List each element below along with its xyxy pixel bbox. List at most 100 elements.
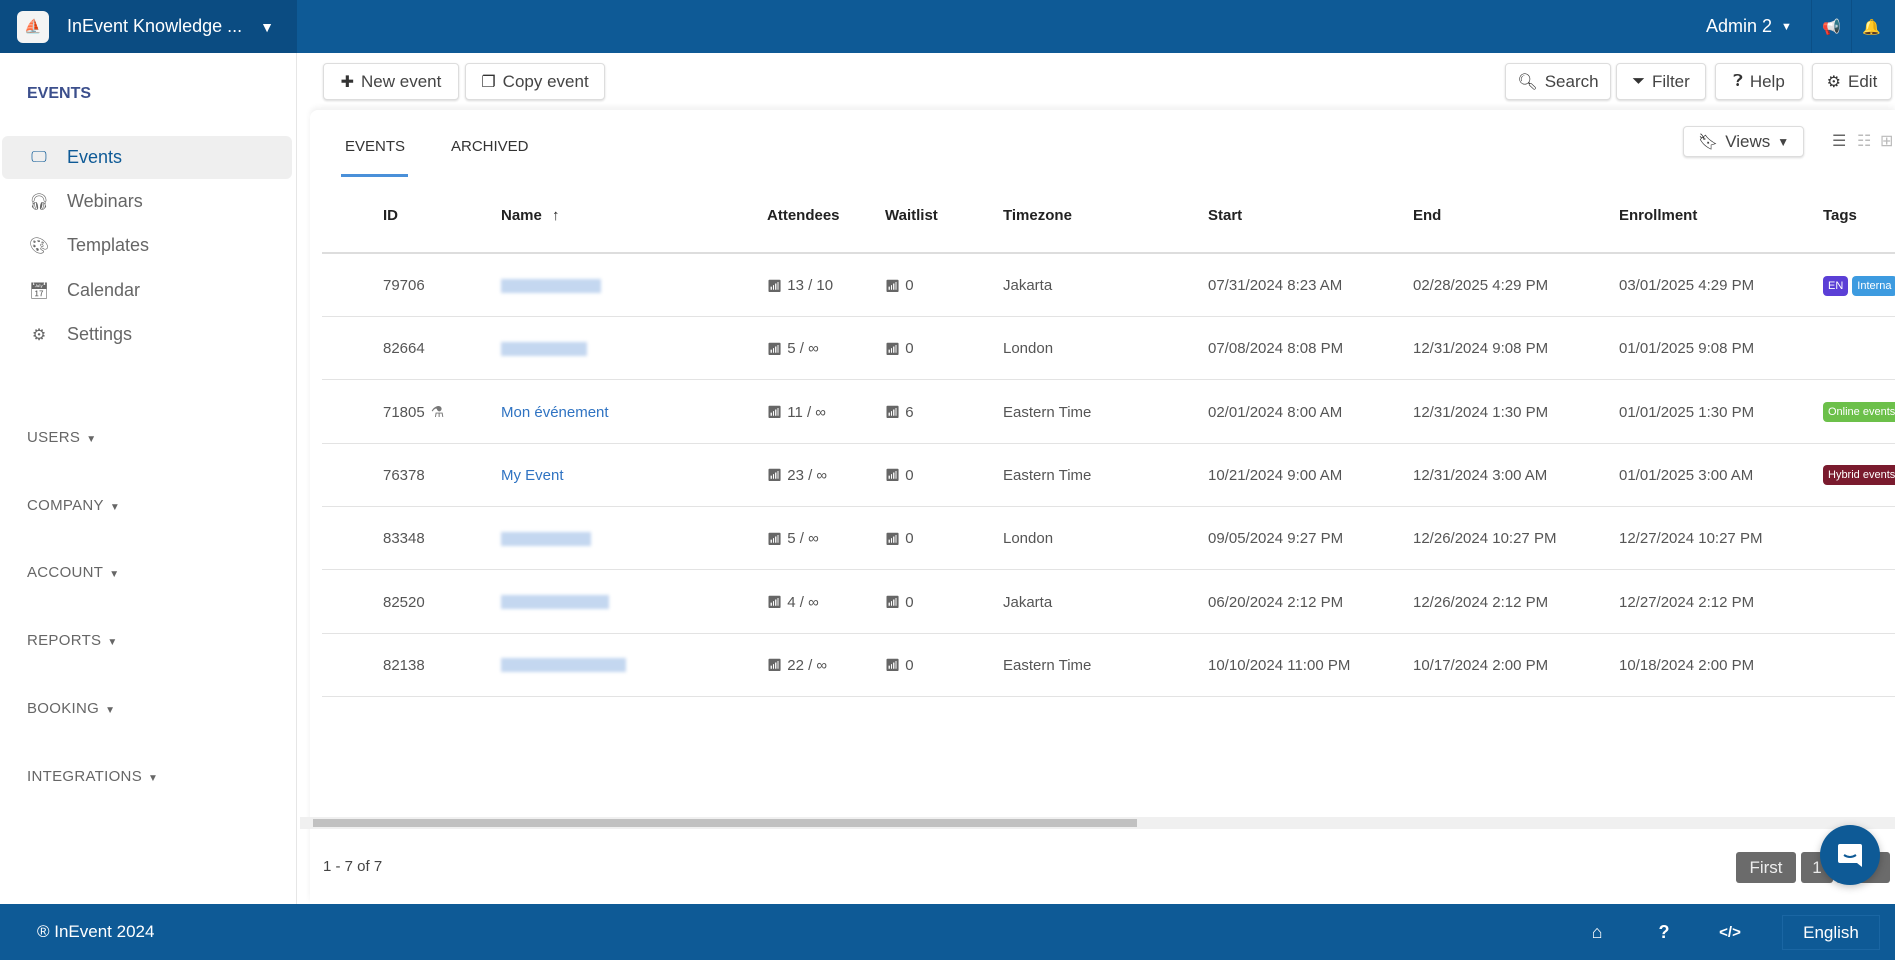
scrollbar-thumb[interactable] bbox=[313, 819, 1137, 827]
active-tab-indicator bbox=[341, 174, 408, 177]
filter-label: Filter bbox=[1652, 71, 1690, 91]
copy-event-button[interactable]: ❐ Copy event bbox=[465, 63, 605, 100]
sidebar-item-label: Templates bbox=[67, 235, 150, 255]
rss-icon: 📶︎ bbox=[767, 278, 783, 293]
column-header-end[interactable]: End bbox=[1413, 207, 1441, 224]
sidebar-item-webinars[interactable]: 🎧︎ Webinars bbox=[2, 180, 292, 223]
column-header-tags[interactable]: Tags bbox=[1823, 207, 1857, 224]
flask-icon: ⚗ bbox=[430, 404, 445, 422]
enrollment: 03/01/2025 4:29 PM bbox=[1619, 277, 1755, 294]
rss-icon: 📶︎ bbox=[767, 341, 783, 356]
chevron-down-icon: ▼ bbox=[109, 569, 120, 580]
sidebar-section-users[interactable]: USERS ▼ bbox=[27, 429, 96, 446]
table-row[interactable]: 82664 📶︎ 5 / ∞ 📶︎ 0 London 07/08/2024 8:08 PM 1… bbox=[322, 317, 1895, 381]
question-icon[interactable]: ? bbox=[1644, 904, 1684, 960]
column-header-attendees[interactable]: Attendees bbox=[767, 207, 840, 224]
help-button[interactable]: ❓︎ Help bbox=[1715, 63, 1803, 100]
waitlist: 📶︎ 0 bbox=[885, 317, 914, 380]
code-icon[interactable]: </> bbox=[1710, 904, 1750, 960]
table-row[interactable]: 82138 📶︎ 22 / ∞ 📶︎ 0 Eastern Time 10/10/2024 1… bbox=[322, 634, 1895, 697]
sidebar-section-company[interactable]: COMPANY ▼ bbox=[27, 497, 120, 514]
sidebar-section-booking[interactable]: BOOKING ▼ bbox=[27, 700, 115, 717]
waitlist-value: 0 bbox=[905, 530, 914, 548]
column-label: Name bbox=[501, 207, 542, 224]
org-switcher[interactable]: ⛵ InEvent Knowledge ... ▼ bbox=[0, 0, 297, 53]
grid-view-icon[interactable]: ⊞ bbox=[1880, 131, 1893, 151]
bell-icon[interactable]: 🔔 bbox=[1851, 0, 1891, 53]
search-label: Search bbox=[1544, 71, 1599, 91]
table-row[interactable]: 79706 📶︎ 13 / 10 📶︎ 0 Jakarta 07/31/2024 8:23 … bbox=[322, 254, 1895, 317]
column-header-enrollment[interactable]: Enrollment bbox=[1619, 207, 1697, 224]
table-row[interactable]: 71805 ⚗ Mon événement 📶︎ 11 / ∞ 📶︎ 6 Eastern Ti… bbox=[322, 381, 1895, 444]
results-count: 1 - 7 of 7 bbox=[323, 858, 383, 875]
search-button[interactable]: 🔍︎ Search bbox=[1505, 63, 1611, 100]
filter-button[interactable]: ⏷ Filter bbox=[1616, 63, 1706, 100]
column-header-start[interactable]: Start bbox=[1208, 207, 1242, 224]
event-name-link[interactable] bbox=[501, 634, 626, 697]
chevron-down-icon: ▼ bbox=[86, 434, 97, 445]
table-row[interactable]: 83348 📶︎ 5 / ∞ 📶︎ 0 London 09/05/2024 9:27 PM 1… bbox=[322, 507, 1895, 571]
end: 10/17/2024 2:00 PM bbox=[1413, 656, 1549, 674]
waitlist-value: 0 bbox=[905, 340, 914, 358]
column-header-timezone[interactable]: Timezone bbox=[1003, 207, 1072, 224]
enrollment: 12/27/2024 2:12 PM bbox=[1619, 593, 1755, 611]
id-text: 76378 bbox=[383, 466, 425, 484]
column-header-name[interactable]: Name ↑ bbox=[501, 207, 560, 224]
sidebar-section-reports[interactable]: REPORTS ▼ bbox=[27, 632, 118, 649]
attendees: 📶︎ 23 / ∞ bbox=[767, 444, 827, 507]
detail-list-view-icon[interactable]: ☷ bbox=[1857, 131, 1871, 151]
list-view-icon[interactable]: ☰ bbox=[1832, 131, 1846, 151]
user-menu[interactable]: Admin 2 ▼ bbox=[1706, 0, 1792, 53]
waitlist: 📶︎ 0 bbox=[885, 254, 914, 317]
first-page-button[interactable]: First bbox=[1736, 852, 1796, 883]
section-label: INTEGRATIONS bbox=[27, 768, 142, 785]
event-name-link[interactable]: Mon événement bbox=[501, 381, 609, 444]
language-selector[interactable]: English bbox=[1782, 915, 1880, 950]
column-label: Enrollment bbox=[1619, 207, 1698, 224]
gear-icon: ⚙ bbox=[31, 326, 47, 344]
sort-ascending-icon[interactable]: ↑ bbox=[552, 207, 560, 224]
event-name-link[interactable] bbox=[501, 571, 609, 634]
attendees-value: 13 / 10 bbox=[787, 277, 834, 294]
waitlist-value: 0 bbox=[905, 277, 914, 294]
event-name-link[interactable] bbox=[501, 254, 601, 317]
edit-button[interactable]: ⚙ Edit bbox=[1812, 63, 1892, 100]
redacted-name bbox=[501, 278, 601, 293]
enrollment: 12/27/2024 10:27 PM bbox=[1619, 530, 1763, 548]
column-label: ID bbox=[383, 207, 398, 224]
edit-label: Edit bbox=[1848, 71, 1878, 91]
event-id: 82138 bbox=[383, 634, 425, 697]
sidebar-item-templates[interactable]: 🎨︎ Templates bbox=[2, 224, 292, 267]
event-name-link[interactable]: My Event bbox=[501, 444, 564, 507]
copyright: ® InEvent 2024 bbox=[37, 922, 155, 941]
views-button[interactable]: 🔖︎ Views ▼ bbox=[1683, 126, 1804, 157]
sidebar-item-calendar[interactable]: 📅︎ Calendar bbox=[2, 269, 292, 312]
sidebar-section-account[interactable]: ACCOUNT ▼ bbox=[27, 564, 119, 581]
tab-archived[interactable]: ARCHIVED bbox=[451, 138, 529, 155]
presentation-icon: 🖵 bbox=[31, 148, 47, 166]
enrollment: 01/01/2025 3:00 AM bbox=[1619, 466, 1754, 484]
waitlist-value: 6 bbox=[905, 403, 914, 421]
column-header-waitlist[interactable]: Waitlist bbox=[885, 207, 938, 224]
event-id: 82664 bbox=[383, 317, 425, 380]
tab-events[interactable]: EVENTS bbox=[345, 138, 405, 155]
megaphone-icon[interactable]: 📢 bbox=[1811, 0, 1851, 53]
end: 12/31/2024 9:08 PM bbox=[1413, 340, 1549, 358]
event-id: 71805 ⚗ bbox=[383, 381, 444, 444]
column-header-id[interactable]: ID bbox=[383, 207, 398, 224]
table-row[interactable]: 76378 My Event 📶︎ 23 / ∞ 📶︎ 0 Eastern Time 10/2… bbox=[322, 444, 1895, 507]
sidebar-item-events[interactable]: 🖵 Events bbox=[2, 136, 292, 179]
sidebar-item-settings[interactable]: ⚙ Settings bbox=[2, 313, 292, 356]
chat-button[interactable] bbox=[1820, 825, 1880, 885]
sidebar-section-integrations[interactable]: INTEGRATIONS ▼ bbox=[27, 768, 158, 785]
event-name-link[interactable] bbox=[501, 317, 587, 380]
redacted-name bbox=[501, 658, 626, 673]
new-event-button[interactable]: ✚ New event bbox=[323, 63, 459, 100]
event-name-link[interactable] bbox=[501, 507, 591, 570]
timezone: Jakarta bbox=[1003, 593, 1053, 611]
tag-badge: Hybrid events bbox=[1823, 465, 1895, 486]
table-row[interactable]: 82520 📶︎ 4 / ∞ 📶︎ 0 Jakarta 06/20/2024 2:12 PM… bbox=[322, 571, 1895, 634]
home-icon[interactable]: ⌂ bbox=[1577, 904, 1617, 960]
end: 12/31/2024 3:00 AM bbox=[1413, 466, 1548, 484]
attendees: 📶︎ 5 / ∞ bbox=[767, 507, 819, 570]
